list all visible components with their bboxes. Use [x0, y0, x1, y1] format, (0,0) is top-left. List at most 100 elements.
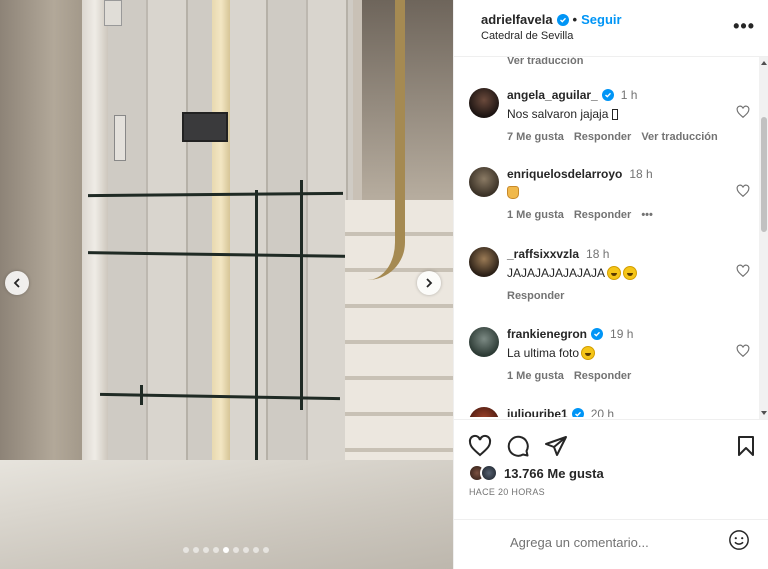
- clapping-hands-emoji-icon: [507, 186, 519, 199]
- comment-input[interactable]: [510, 531, 710, 553]
- comment-actions: Responder: [507, 290, 727, 302]
- comment-body: frankienegron 19 h La ultima foto 1 Me g…: [507, 327, 727, 382]
- laughing-emoji-icon: [581, 346, 596, 360]
- carousel-dot: [213, 547, 219, 553]
- liker-avatars: [468, 464, 498, 482]
- avatar[interactable]: [469, 407, 499, 417]
- laughing-emoji-icon: [623, 266, 638, 280]
- comment-header: frankienegron 19 h: [507, 327, 727, 341]
- author-username[interactable]: adrielfavela: [481, 12, 553, 27]
- comments-list[interactable]: Ver traducción angela_aguilar_ 1 h Nos s…: [454, 57, 759, 417]
- post-photo[interactable]: [0, 0, 453, 569]
- reply-button[interactable]: Responder: [574, 370, 631, 382]
- avatar[interactable]: [469, 167, 499, 197]
- likes-row: 13.766 Me gusta: [468, 464, 604, 482]
- emoji-placeholder-icon: [612, 108, 619, 120]
- post-timestamp: HACE 20 HORAS: [469, 487, 545, 497]
- see-translation-link[interactable]: Ver traducción: [641, 131, 717, 143]
- header-separator: •: [572, 12, 578, 27]
- photo-switch: [104, 0, 122, 26]
- comment-like-icon[interactable]: [736, 264, 750, 278]
- comment-actions: 1 Me gusta Responder: [507, 370, 727, 382]
- carousel-dot: [243, 547, 249, 553]
- carousel-dot: [193, 547, 199, 553]
- comment-username[interactable]: enriquelosdelarroyo: [507, 167, 622, 181]
- comment-like-icon[interactable]: [736, 184, 750, 198]
- comment-text-row: La ultima foto: [507, 346, 727, 360]
- comment-header: angela_aguilar_ 1 h: [507, 88, 727, 102]
- photo-handrail: [330, 0, 405, 280]
- photo-sign: [182, 112, 228, 142]
- bookmark-icon[interactable]: [734, 434, 758, 458]
- reply-button[interactable]: Responder: [574, 209, 631, 221]
- comment-time: 18 h: [586, 247, 610, 261]
- more-options-button[interactable]: •••: [733, 16, 755, 37]
- scroll-up-icon[interactable]: [761, 61, 767, 65]
- comments-scrollbar[interactable]: [759, 57, 768, 419]
- comment-body: _raffsixxvzla 18 h JAJAJAJAJAJAJA Respon…: [507, 247, 727, 302]
- comment-time: 18 h: [629, 167, 653, 181]
- reply-button[interactable]: Responder: [574, 131, 631, 143]
- avatar[interactable]: [469, 327, 499, 357]
- photo-tape: [140, 385, 143, 405]
- see-translation-link[interactable]: Ver traducción: [507, 57, 583, 67]
- verified-icon: [556, 13, 569, 26]
- comment-body: juliouribe1 20 h: [507, 407, 727, 417]
- comment-more-button[interactable]: •••: [641, 209, 653, 221]
- comment-text-row: [507, 186, 727, 199]
- carousel-dot: [263, 547, 269, 553]
- follow-button[interactable]: Seguir: [581, 12, 621, 27]
- comment-body: angela_aguilar_ 1 h Nos salvaron jajaja …: [507, 88, 727, 143]
- comment-actions: 1 Me gusta Responder •••: [507, 209, 727, 221]
- comment-like-icon[interactable]: [736, 105, 750, 119]
- comment-text: Nos salvaron jajaja: [507, 107, 609, 121]
- post-detail-panel: adrielfavela • Seguir Catedral de Sevill…: [453, 0, 768, 569]
- comment-like-icon[interactable]: [736, 344, 750, 358]
- comment-time: 1 h: [620, 88, 638, 102]
- comment-body: enriquelosdelarroyo 18 h 1 Me gusta Resp…: [507, 167, 727, 221]
- comment-text-row: Nos salvaron jajaja: [507, 107, 727, 121]
- comment-text: JAJAJAJAJAJAJA: [507, 266, 606, 280]
- comment-header: enriquelosdelarroyo 18 h: [507, 167, 727, 181]
- scroll-down-icon[interactable]: [761, 411, 767, 415]
- comment-username[interactable]: angela_aguilar_: [507, 88, 598, 102]
- comment-username[interactable]: frankienegron: [507, 327, 587, 341]
- verified-icon: [591, 328, 604, 340]
- comment-likes[interactable]: 7 Me gusta: [507, 131, 564, 143]
- photo-wall: [0, 0, 90, 460]
- add-comment-bar: [454, 519, 768, 569]
- laughing-emoji-icon: [607, 266, 622, 280]
- avatar[interactable]: [469, 247, 499, 277]
- comment-header: juliouribe1 20 h: [507, 407, 727, 417]
- post-location[interactable]: Catedral de Sevilla: [481, 30, 573, 42]
- post-actions: 13.766 Me gusta HACE 20 HORAS: [454, 419, 768, 529]
- carousel-indicator: [183, 547, 269, 553]
- comment-actions: 7 Me gusta Responder Ver traducción: [507, 131, 727, 143]
- header-user-row: adrielfavela • Seguir: [481, 12, 622, 27]
- scrollbar-thumb[interactable]: [761, 117, 767, 232]
- chevron-left-icon: [13, 278, 20, 288]
- carousel-dot: [253, 547, 259, 553]
- avatar[interactable]: [469, 88, 499, 118]
- comment-time: 20 h: [590, 407, 615, 417]
- carousel-prev-button[interactable]: [5, 271, 29, 295]
- comment-likes[interactable]: 1 Me gusta: [507, 370, 564, 382]
- comment-text-row: JAJAJAJAJAJAJA: [507, 266, 727, 280]
- reply-button[interactable]: Responder: [507, 290, 564, 302]
- heart-icon[interactable]: [468, 434, 492, 458]
- photo-tape: [300, 180, 303, 410]
- carousel-dot: [203, 547, 209, 553]
- share-icon[interactable]: [544, 434, 568, 458]
- carousel-next-button[interactable]: [417, 271, 441, 295]
- carousel-dot: [233, 547, 239, 553]
- comment-likes[interactable]: 1 Me gusta: [507, 209, 564, 221]
- comment-username[interactable]: _raffsixxvzla: [507, 247, 579, 261]
- avatar: [480, 464, 498, 482]
- comment-username[interactable]: juliouribe1: [507, 407, 568, 417]
- likes-count[interactable]: 13.766 Me gusta: [504, 466, 604, 481]
- comment-icon[interactable]: [506, 434, 530, 458]
- comment-text: La ultima foto: [507, 346, 580, 360]
- chevron-right-icon: [426, 278, 433, 288]
- smile-icon[interactable]: [728, 529, 750, 551]
- photo-plate: [114, 115, 126, 161]
